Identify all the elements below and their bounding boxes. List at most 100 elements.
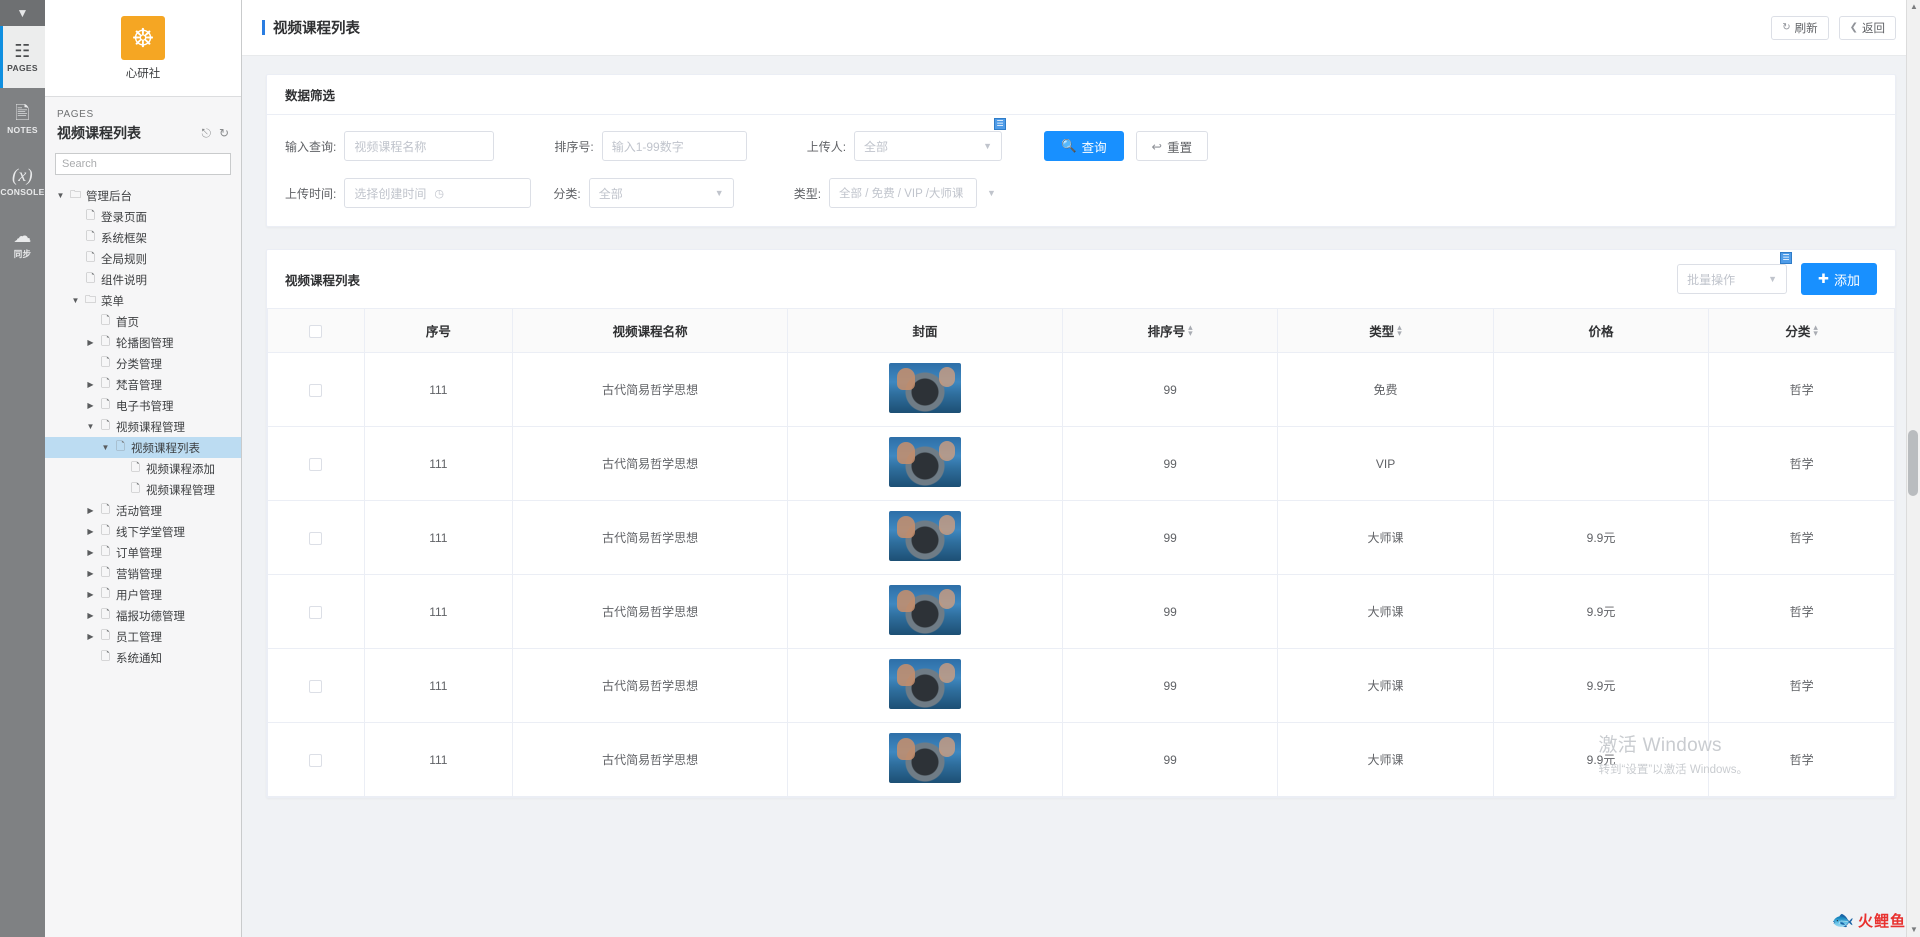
rail-item-pages[interactable]: ☷ PAGES: [0, 26, 45, 88]
tree-twisty-right-icon[interactable]: ▶: [83, 632, 98, 641]
tree-item-7[interactable]: ▶ 🗋 轮播图管理: [45, 332, 241, 353]
expand-icon[interactable]: ⎋: [201, 126, 211, 141]
filter-name-input[interactable]: 视频课程名称: [344, 131, 495, 161]
cover-thumbnail-image[interactable]: [888, 659, 961, 709]
corner-logo-text: 火鲤鱼: [1857, 913, 1906, 930]
tree-item-9[interactable]: ▶ 🗋 梵音管理: [45, 374, 241, 395]
filter-type-select[interactable]: 全部 / 免费 / VIP /大师课: [829, 178, 978, 208]
select-all-checkbox[interactable]: [309, 324, 323, 338]
tree-item-22[interactable]: 🗋 系统通知: [45, 647, 241, 668]
tree-twisty-right-icon[interactable]: ▶: [83, 338, 98, 347]
cover-thumbnail-image[interactable]: [888, 363, 961, 413]
page-scrollbar[interactable]: ▲ ▼: [1906, 0, 1920, 937]
tree-item-21[interactable]: ▶ 🗋 员工管理: [45, 626, 241, 647]
tree-item-12[interactable]: ▼ 🗋 视频课程列表: [45, 437, 241, 458]
sort-toggle-icon[interactable]: ▴ ▾: [1188, 323, 1193, 338]
row-checkbox[interactable]: [309, 531, 323, 545]
table-row[interactable]: 111 古代简易哲学思想 99 大师课 9.9元 哲学: [267, 648, 1895, 723]
back-button[interactable]: ❮ 返回: [1838, 15, 1896, 40]
cover-thumbnail-image[interactable]: [888, 511, 961, 561]
cell-cover: [787, 352, 1063, 427]
batch-operation-select[interactable]: 批量操作 ▼ ☰: [1677, 252, 1793, 294]
tree-item-13[interactable]: 🗋 视频课程添加: [45, 458, 241, 479]
tree-item-3[interactable]: 🗋 全局规则: [45, 248, 241, 269]
tree-twisty-right-icon[interactable]: ▶: [83, 380, 98, 389]
cover-thumbnail-image[interactable]: [888, 437, 961, 487]
table-row[interactable]: 111 古代简易哲学思想 99 大师课 9.9元 哲学: [267, 574, 1895, 649]
cover-thumbnail-image[interactable]: [888, 733, 961, 783]
tree-twisty-right-icon[interactable]: ▶: [83, 401, 98, 410]
tree-item-4[interactable]: 🗋 组件说明: [45, 269, 241, 290]
rail-item-notes-label: NOTES: [7, 124, 38, 135]
row-checkbox[interactable]: [309, 753, 323, 767]
row-checkbox[interactable]: [309, 383, 323, 397]
collapse-panel-button[interactable]: ▼: [0, 0, 45, 26]
tree-item-10[interactable]: ▶ 🗋 电子书管理: [45, 395, 241, 416]
tree-item-8[interactable]: 🗋 分类管理: [45, 353, 241, 374]
tree-item-15[interactable]: ▶ 🗋 活动管理: [45, 500, 241, 521]
tree-item-0[interactable]: ▼ 🗀 管理后台: [45, 185, 241, 206]
row-checkbox[interactable]: [309, 679, 323, 693]
tree-item-label: 视频课程管理: [116, 421, 185, 434]
tree-twisty-right-icon[interactable]: ▶: [83, 590, 98, 599]
cover-thumbnail-image[interactable]: [888, 585, 961, 635]
table-row[interactable]: 111 古代简易哲学思想 99 大师课 9.9元 哲学: [267, 500, 1895, 575]
reset-button[interactable]: ↩ 重置: [1135, 131, 1209, 161]
scroll-up-icon[interactable]: ▲: [1907, 0, 1920, 14]
filter-uploader-select[interactable]: 全部 ▼ ☰: [854, 118, 1007, 161]
rail-item-notes[interactable]: 🖹 NOTES: [0, 88, 45, 150]
rail-item-sync[interactable]: ☁ 同步: [0, 212, 45, 274]
tree-twisty-right-icon[interactable]: ▶: [83, 611, 98, 620]
refresh-icon[interactable]: ↻: [219, 126, 229, 141]
row-checkbox[interactable]: [309, 605, 323, 619]
tree-item-14[interactable]: 🗋 视频课程管理: [45, 479, 241, 500]
tree-twisty-down-icon[interactable]: ▼: [68, 296, 83, 305]
chevron-down-icon[interactable]: ▼: [987, 188, 996, 198]
cell-category: 哲学: [1708, 352, 1895, 427]
scrollbar-thumb[interactable]: [1908, 430, 1918, 496]
pages-search-input[interactable]: [55, 153, 231, 175]
row-checkbox[interactable]: [309, 457, 323, 471]
filter-category-select[interactable]: 全部 ▼: [588, 178, 734, 208]
tree-twisty-down-icon[interactable]: ▼: [53, 191, 68, 200]
filter-time-input[interactable]: 选择创建时间 ◷: [344, 178, 532, 208]
sort-toggle-icon[interactable]: ▴ ▾: [1397, 323, 1402, 338]
column-header-type[interactable]: 类型 ▴ ▾: [1277, 308, 1494, 353]
refresh-button[interactable]: ↻ 刷新: [1771, 15, 1829, 40]
tree-twisty-right-icon[interactable]: ▶: [83, 506, 98, 515]
scroll-down-icon[interactable]: ▼: [1907, 923, 1920, 937]
tree-item-17[interactable]: ▶ 🗋 订单管理: [45, 542, 241, 563]
tree-item-5[interactable]: ▼ 🗀 菜单: [45, 290, 241, 311]
tree-twisty-down-icon[interactable]: ▼: [83, 422, 98, 431]
row-checkbox-cell: [267, 352, 365, 427]
add-button[interactable]: ✚ 添加: [1801, 263, 1877, 295]
tree-item-18[interactable]: ▶ 🗋 营销管理: [45, 563, 241, 584]
tree-item-11[interactable]: ▼ 🗋 视频课程管理: [45, 416, 241, 437]
note-icon[interactable]: ☰: [1780, 252, 1793, 264]
tree-item-19[interactable]: ▶ 🗋 用户管理: [45, 584, 241, 605]
tree-item-20[interactable]: ▶ 🗋 福报功德管理: [45, 605, 241, 626]
brand-name: 心研社: [125, 67, 161, 80]
column-header-sort-order[interactable]: 排序号 ▴ ▾: [1062, 308, 1279, 353]
filter-sort-input[interactable]: 输入1-99数字: [601, 131, 747, 161]
search-button[interactable]: 🔍 查询: [1044, 131, 1124, 161]
reset-button-label: 重置: [1167, 140, 1193, 155]
column-header-category[interactable]: 分类 ▴ ▾: [1708, 308, 1895, 353]
filter-sort-label: 排序号:: [554, 139, 594, 154]
tree-twisty-down-icon[interactable]: ▼: [98, 443, 113, 452]
chevron-down-icon: ▼: [1768, 274, 1778, 284]
sort-toggle-icon[interactable]: ▴ ▾: [1813, 323, 1818, 338]
tree-twisty-right-icon[interactable]: ▶: [83, 569, 98, 578]
note-icon[interactable]: ☰: [994, 118, 1007, 130]
table-row[interactable]: 111 古代简易哲学思想 99 大师课 9.9元 哲学: [267, 722, 1895, 797]
tree-item-16[interactable]: ▶ 🗋 线下学堂管理: [45, 521, 241, 542]
page-scroll-area[interactable]: 数据筛选 输入查询: 视频课程名称 排序号: 输入1-99数字 上传人: 全部 …: [242, 56, 1920, 937]
tree-item-1[interactable]: 🗋 登录页面: [45, 206, 241, 227]
tree-item-6[interactable]: 🗋 首页: [45, 311, 241, 332]
table-row[interactable]: 111 古代简易哲学思想 99 免费 哲学: [267, 352, 1895, 427]
tree-twisty-right-icon[interactable]: ▶: [83, 548, 98, 557]
table-row[interactable]: 111 古代简易哲学思想 99 VIP 哲学: [267, 426, 1895, 501]
tree-twisty-right-icon[interactable]: ▶: [83, 527, 98, 536]
rail-item-console[interactable]: (x) CONSOLE: [0, 150, 45, 212]
tree-item-2[interactable]: 🗋 系统框架: [45, 227, 241, 248]
